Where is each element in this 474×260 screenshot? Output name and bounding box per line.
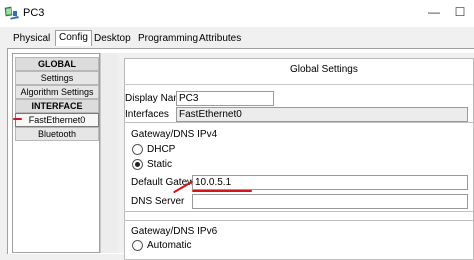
sidebar-item-fastethernet0[interactable]: FastEthernet0 [15,113,99,127]
tab-attributes[interactable]: Attributes [199,33,241,44]
window-title: PC3 [23,7,45,19]
automatic-radio[interactable] [132,240,143,251]
sidebar-item-algorithm-settings[interactable]: Algorithm Settings [15,85,99,99]
section-title: Global Settings [290,64,358,75]
interfaces-label: Interfaces [125,109,169,120]
default-gateway-input[interactable]: 10.0.5.1 [192,175,468,190]
sidebar-scrollbar[interactable] [100,53,119,253]
dns-server-label: DNS Server [131,196,185,207]
tab-bar: Physical Config Desktop Programming Attr… [0,27,474,49]
config-sidebar: GLOBAL Settings Algorithm Settings INTER… [12,53,100,253]
display-name-input[interactable]: PC3 [176,91,274,106]
sidebar-header-interface: INTERFACE [15,99,99,113]
pc-app-icon [4,6,19,20]
tab-physical[interactable]: Physical [13,33,50,44]
interfaces-field[interactable]: FastEthernet0 [176,107,468,122]
dhcp-label[interactable]: DHCP [147,144,175,155]
dns-server-input[interactable] [192,194,468,209]
tab-config[interactable]: Config [55,30,92,46]
automatic-label[interactable]: Automatic [147,240,191,251]
static-radio[interactable] [132,159,143,170]
tab-desktop[interactable]: Desktop [94,33,131,44]
sidebar-header-global: GLOBAL [15,57,99,71]
sidebar-item-bluetooth[interactable]: Bluetooth [15,127,99,141]
gateway-annotation-underline [192,190,252,192]
minimize-button[interactable]: — [423,3,445,21]
title-bar: PC3 — ☐ [0,0,474,27]
tab-programming[interactable]: Programming [138,33,198,44]
sidebar-item-settings[interactable]: Settings [15,71,99,85]
static-label[interactable]: Static [147,159,172,170]
section-divider [124,84,474,85]
ipv4-group-title: Gateway/DNS IPv4 [131,129,218,140]
fastethernet-annotation-mark [13,118,22,120]
maximize-button[interactable]: ☐ [449,3,471,21]
dhcp-radio[interactable] [132,144,143,155]
ipv6-group-title: Gateway/DNS IPv6 [131,226,218,237]
